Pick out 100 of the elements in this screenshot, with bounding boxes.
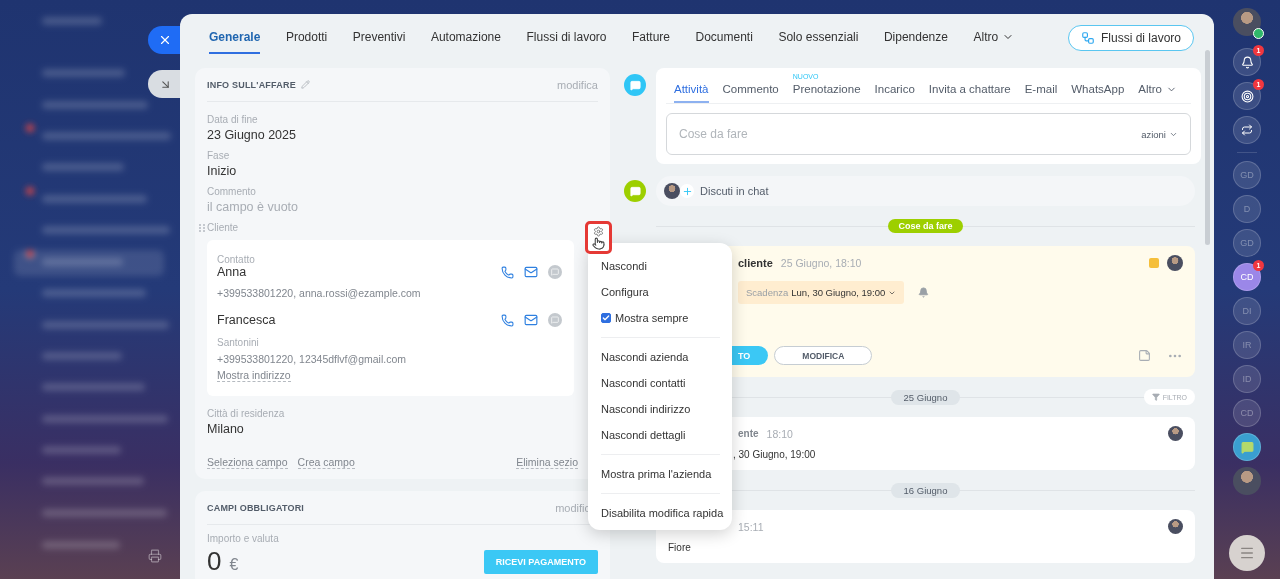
history-text: , 30 Giugno, 19:00 [732,449,817,460]
group-chat-button[interactable] [1233,433,1261,461]
tab[interactable]: Dipendenze [883,22,948,54]
contact-name[interactable]: Anna [217,265,247,279]
tab[interactable]: Flussi di lavoro [526,22,607,54]
tab[interactable]: Automazione [430,22,501,54]
scrollbar[interactable] [1205,50,1210,245]
workflow-icon [1080,31,1095,45]
user-avatar [1168,519,1183,534]
composer-tab[interactable]: E-mail [1024,83,1058,103]
contact-role: Contatto [217,254,256,265]
drag-handle-icon[interactable] [199,222,205,233]
close-button[interactable] [148,26,182,54]
activity-title[interactable]: cliente [738,257,773,269]
tab[interactable]: Documenti [695,22,753,54]
section-label: Cose da fare [888,219,963,233]
workflows-button[interactable]: Flussi di lavoro [1067,25,1194,51]
field-label: Importo e valuta [207,533,280,544]
menu-item[interactable]: Nascondi contatti [588,370,732,396]
menu-item[interactable]: Nascondi [588,253,732,279]
history-time: 15:11 [738,520,764,533]
tab[interactable]: Solo essenziali [778,22,859,54]
card-title: CAMPI OBBLIGATORI [207,502,305,513]
filter-icon [1151,393,1160,401]
todo-input[interactable]: Cose da fare azioni [666,113,1191,155]
checkbox[interactable] [601,313,611,323]
date-label: 16 Giugno [890,482,961,498]
settings-button[interactable] [585,221,612,254]
show-address-link[interactable]: Mostra indirizzo [217,369,291,382]
sync-button[interactable] [1233,116,1261,144]
composer-tab[interactable]: WhatsApp [1071,83,1125,103]
menu-item[interactable]: Disabilita modifica rapida [588,500,732,526]
more-tab[interactable]: Altro [1138,83,1177,103]
note-icon[interactable] [1138,349,1151,362]
mail-icon[interactable] [524,313,538,327]
menu-item[interactable]: Configura [588,279,732,305]
history-title[interactable]: ente [738,428,759,439]
menu-button[interactable] [1229,535,1265,571]
menu-icon [1239,545,1255,561]
delete-section-link[interactable]: Elimina sezio [516,456,578,469]
composer-tab[interactable]: Commento [722,83,779,103]
chat-bubble-icon [1240,440,1254,454]
tab[interactable]: Fatture [632,22,670,54]
menu-item[interactable]: Nascondi dettagli [588,422,732,448]
field-value: il campo è vuoto [207,200,300,214]
target-icon [1240,89,1254,103]
arrows-icon [1241,124,1253,136]
bell-icon [1240,55,1254,69]
amount-value: 0 [207,546,222,577]
history-time: 18:10 [766,427,793,440]
phone-icon[interactable] [501,313,514,327]
menu-item[interactable]: Mostra sempre [588,305,732,331]
date-label: 25 Giugno [890,389,961,405]
composer-tab[interactable]: Incarico [874,83,915,103]
field-label: Città di residenza [207,408,286,419]
user-avatar[interactable] [1233,8,1261,36]
chat-bubble-icon [624,74,646,96]
field-link[interactable]: Crea campo [297,456,355,469]
contact-surname: Santonini [217,337,260,348]
chat-bubble-icon [624,180,646,202]
field-value: Milano [207,422,245,436]
history-text: Fiore [668,542,692,553]
minimize-button[interactable] [148,70,182,98]
card-title: INFO SULL'AFFARE [207,79,296,90]
printer-icon[interactable] [148,549,162,563]
deadline-pill[interactable]: Scadenza Lun, 30 Giugno, 19:00 [738,281,905,304]
currency-symbol: € [229,556,239,574]
menu-item[interactable]: Nascondi indirizzo [588,396,732,422]
menu-item[interactable]: Mostra prima l'azienda [588,461,732,487]
contact-details: +399533801220, anna.rossi@ezample.com [217,287,422,299]
close-icon [158,33,172,47]
tab[interactable]: Preventivi [352,22,406,54]
plus-icon [680,184,694,198]
bell-icon[interactable] [918,287,930,298]
actions-dropdown[interactable]: azioni [1141,128,1178,140]
edit-button[interactable]: MODIFICA [774,346,873,365]
contact-details: +399533801220, 12345dflvf@gmail.com [217,353,407,365]
tab[interactable]: Prodotti [285,22,328,54]
composer-tab[interactable]: Attività [674,83,709,103]
more-tab[interactable]: Altro [973,22,1015,54]
settings-icon [593,225,604,237]
phone-icon[interactable] [501,265,514,279]
composer-tab[interactable]: Invita a chattare [928,83,1011,103]
status-dot [1253,28,1264,39]
field-value: 23 Giugno 2025 [207,128,297,142]
menu-item[interactable]: Nascondi azienda [588,344,732,370]
field-link[interactable]: Seleziona campo [207,456,288,469]
user-avatar [664,183,680,199]
hand-cursor-icon [592,236,605,250]
user-avatar [1167,255,1183,271]
user-avatar[interactable] [1233,467,1261,495]
field-label: Cliente [207,222,239,233]
contact-name[interactable]: Francesca [217,313,276,327]
field-label: Fase [207,150,231,161]
mail-icon[interactable] [524,265,538,279]
activity-time: 25 Giugno, 18:10 [780,257,862,269]
status-square [1149,258,1159,268]
field-value: Inizio [207,164,238,178]
chat-row[interactable]: Discuti in chat [656,176,1195,206]
tab[interactable]: Generale [209,22,261,54]
